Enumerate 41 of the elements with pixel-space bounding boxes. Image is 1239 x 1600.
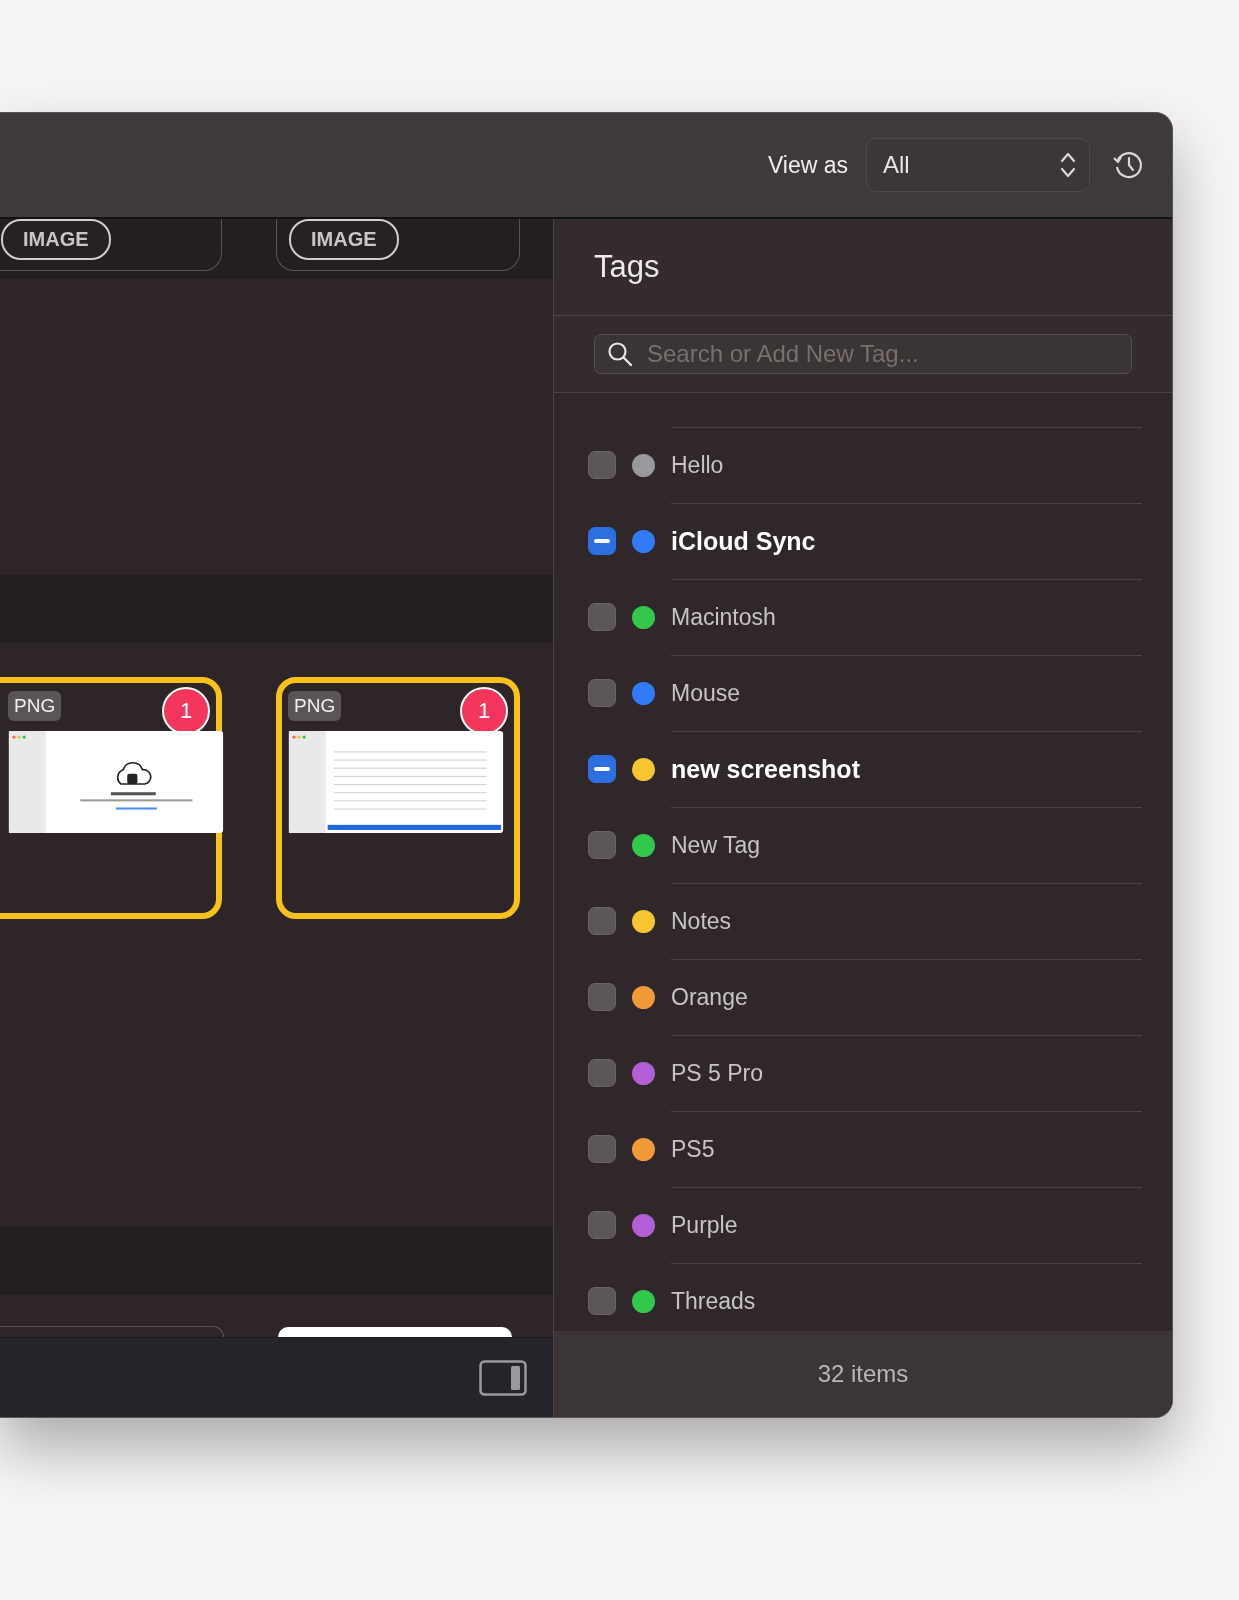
image-badge: IMAGE (1, 219, 111, 260)
checkbox[interactable] (588, 1135, 616, 1163)
file-type-badge: PNG (288, 691, 342, 721)
tag-name[interactable]: Hello (671, 451, 724, 479)
checkbox[interactable] (588, 527, 616, 555)
checkbox[interactable] (588, 831, 616, 859)
panel-title: Tags (594, 249, 660, 285)
file-type-badge: PNG (8, 691, 62, 721)
tag-name[interactable]: Orange (671, 983, 748, 1011)
view-as-dropdown[interactable]: All (866, 138, 1090, 192)
image-card[interactable] (278, 1327, 512, 1337)
tag-name[interactable]: New Tag (671, 831, 761, 859)
search-icon (607, 341, 633, 367)
checkbox[interactable] (588, 1287, 616, 1315)
image-card[interactable]: IMAGE (276, 219, 520, 271)
checkbox[interactable] (588, 1059, 616, 1087)
png-card[interactable]: PNG 1 (276, 677, 520, 919)
tag-name[interactable]: Mouse (671, 679, 741, 707)
checkbox[interactable] (588, 907, 616, 935)
tag-name[interactable]: Macintosh (671, 603, 776, 631)
image-badge: IMAGE (289, 219, 399, 260)
image-card[interactable]: IMAGE (0, 219, 222, 271)
checkbox[interactable] (588, 603, 616, 631)
tag-name[interactable]: PS 5 Pro (671, 1059, 764, 1087)
checkbox[interactable] (588, 755, 616, 783)
tag-name[interactable]: iCloud Sync (671, 526, 816, 556)
tag-name[interactable]: new screenshot (671, 754, 860, 784)
search-field[interactable]: Search or Add New Tag... (594, 334, 1132, 374)
chevron-up-down-icon (1059, 150, 1077, 180)
tag-name[interactable]: Threads (671, 1287, 756, 1315)
tag-name[interactable]: Purple (671, 1211, 738, 1239)
checkbox[interactable] (588, 1211, 616, 1239)
checkbox[interactable] (588, 451, 616, 479)
tag-name[interactable]: Notes (671, 907, 732, 935)
view-as-label: View as (767, 151, 848, 179)
item-count: 32 items (817, 1360, 909, 1388)
checkbox[interactable] (588, 679, 616, 707)
checkbox[interactable] (588, 983, 616, 1011)
png-card[interactable]: PNG 1 (0, 677, 222, 919)
sidebar-toggle-icon[interactable] (479, 1359, 527, 1396)
tag-name[interactable]: PS5 (671, 1135, 715, 1163)
